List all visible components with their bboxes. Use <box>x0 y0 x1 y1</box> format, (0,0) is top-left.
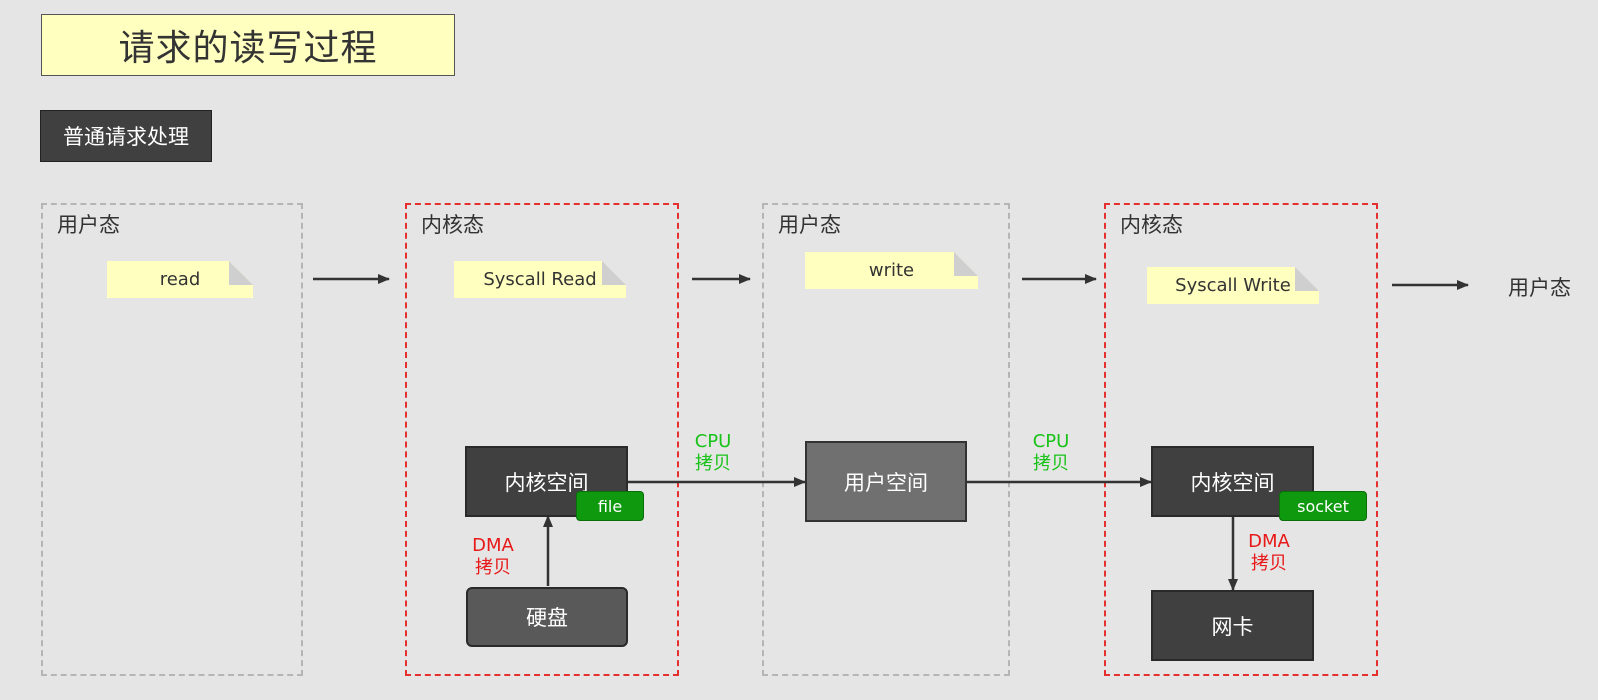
disk-node: 硬盘 <box>466 587 628 647</box>
user-space-label: 用户空间 <box>844 470 928 495</box>
cpu-copy-label-1-line2: 拷贝 <box>695 453 731 474</box>
kernel-space-write-label: 内核空间 <box>1190 470 1275 495</box>
dma-copy-label-2-line2: 拷贝 <box>1251 553 1287 574</box>
cpu-copy-label-1: CPU 拷贝 <box>690 431 736 475</box>
cpu-copy-label-2-line2: 拷贝 <box>1033 453 1069 474</box>
dma-copy-label-2: DMA 拷贝 <box>1244 531 1294 575</box>
cpu-copy-label-2: CPU 拷贝 <box>1028 431 1074 475</box>
file-badge: file <box>576 491 644 521</box>
nic-label: 网卡 <box>1211 614 1254 639</box>
dma-copy-label-1-line2: 拷贝 <box>475 557 511 578</box>
nic-node: 网卡 <box>1151 590 1314 661</box>
arrows-layer <box>313 274 1469 591</box>
dma-copy-label-2-line1: DMA <box>1248 531 1290 552</box>
user-space-node: 用户空间 <box>805 441 967 522</box>
dma-copy-label-1: DMA 拷贝 <box>468 535 518 579</box>
cpu-copy-label-1-line1: CPU <box>694 431 732 452</box>
disk-label: 硬盘 <box>526 606 568 630</box>
dma-copy-label-1-line1: DMA <box>472 535 514 556</box>
socket-badge: socket <box>1279 491 1367 521</box>
cpu-copy-label-2-line1: CPU <box>1032 431 1070 452</box>
